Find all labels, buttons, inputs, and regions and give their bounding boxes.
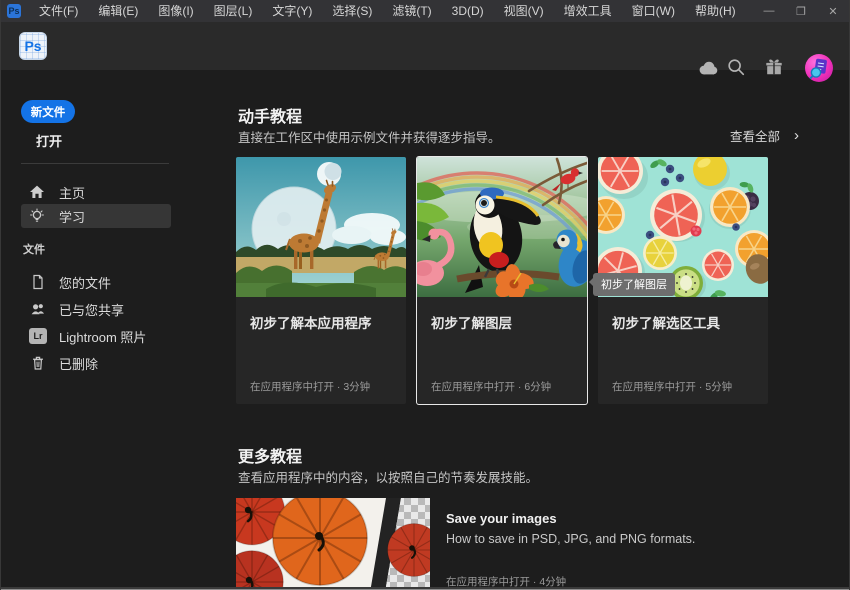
files-section-heading: 文件 bbox=[23, 241, 45, 257]
sidebar-item-lightroom-photos[interactable]: Lr Lightroom 照片 bbox=[21, 325, 201, 347]
new-file-button[interactable]: 新文件 bbox=[21, 100, 75, 123]
tooltip: 初步了解图层 bbox=[593, 273, 675, 296]
sidebar-divider bbox=[21, 163, 169, 164]
maximize-button[interactable]: ❐ bbox=[785, 0, 817, 22]
more-tutorials-title: 更多教程 bbox=[238, 443, 302, 467]
tutorial-item-title: Save your images bbox=[446, 511, 826, 526]
sidebar-item-label: Lightroom 照片 bbox=[59, 327, 146, 346]
tutorial-card-meta: 在应用程序中打开 · 6分钟 bbox=[431, 379, 551, 394]
view-all-link[interactable]: 查看全部 › bbox=[730, 126, 799, 145]
tutorial-card-get-to-know-layers[interactable]: 初步了解图层 在应用程序中打开 · 6分钟 bbox=[417, 157, 587, 404]
avatar-artwork bbox=[805, 54, 833, 82]
menu-filter[interactable]: 滤镜(T) bbox=[382, 0, 441, 22]
people-icon bbox=[29, 301, 47, 317]
sidebar-item-your-files[interactable]: 您的文件 bbox=[21, 271, 201, 293]
lightroom-badge: Lr bbox=[29, 328, 47, 344]
account-avatar[interactable] bbox=[805, 54, 833, 82]
more-tutorials-subtitle: 查看应用程序中的内容，以按照自己的节奏发展技能。 bbox=[238, 467, 538, 486]
document-icon bbox=[29, 274, 47, 290]
minimize-button[interactable]: — bbox=[753, 0, 785, 22]
tutorial-card-meta: 在应用程序中打开 · 5分钟 bbox=[612, 379, 732, 394]
close-button[interactable]: ✕ bbox=[817, 0, 849, 22]
tutorial-item-subtitle: How to save in PSD, JPG, and PNG formats… bbox=[446, 532, 826, 546]
sidebar-item-shared[interactable]: 已与您共享 bbox=[21, 298, 201, 320]
home-sidebar: 新文件 打开 主页 学习 文件 bbox=[1, 70, 213, 590]
menu-help[interactable]: 帮助(H) bbox=[685, 0, 746, 22]
gift-icon[interactable] bbox=[763, 57, 785, 77]
tutorial-thumbnail-umbrellas bbox=[236, 498, 430, 590]
tutorial-thumbnail-birds bbox=[417, 157, 587, 297]
chevron-right-icon: › bbox=[794, 127, 799, 144]
ps-app-icon: Ps bbox=[7, 4, 21, 18]
search-icon[interactable] bbox=[725, 57, 747, 77]
menu-layer[interactable]: 图层(L) bbox=[204, 0, 263, 22]
sidebar-item-label: 已与您共享 bbox=[59, 300, 124, 319]
lightbulb-icon bbox=[29, 208, 45, 224]
tutorial-card-title: 初步了解选区工具 bbox=[612, 312, 720, 332]
app-toolbar: Ps bbox=[1, 22, 849, 70]
menu-type[interactable]: 文字(Y) bbox=[262, 0, 322, 22]
sidebar-item-learn[interactable]: 学习 bbox=[21, 204, 171, 228]
menu-edit[interactable]: 编辑(E) bbox=[88, 0, 148, 22]
menu-select[interactable]: 选择(S) bbox=[322, 0, 382, 22]
raspberry-shape bbox=[691, 226, 702, 237]
tutorial-list-item-save-your-images[interactable]: Save your images How to save in PSD, JPG… bbox=[236, 498, 826, 590]
sidebar-item-label: 学习 bbox=[59, 207, 85, 226]
menu-plugins[interactable]: 增效工具 bbox=[554, 0, 622, 22]
tutorial-item-text: Save your images How to save in PSD, JPG… bbox=[446, 498, 826, 590]
sidebar-item-home[interactable]: 主页 bbox=[21, 180, 171, 204]
sidebar-item-label: 已删除 bbox=[59, 354, 98, 373]
tutorial-card-meta: 在应用程序中打开 · 3分钟 bbox=[250, 379, 370, 394]
sidebar-item-label: 主页 bbox=[59, 183, 85, 202]
open-button[interactable]: 打开 bbox=[36, 131, 62, 150]
photoshop-window: Ps 文件(F) 编辑(E) 图像(I) 图层(L) 文字(Y) 选择(S) 滤… bbox=[0, 0, 850, 590]
menu-view[interactable]: 视图(V) bbox=[494, 0, 554, 22]
menu-image[interactable]: 图像(I) bbox=[148, 0, 203, 22]
menu-bar: Ps 文件(F) 编辑(E) 图像(I) 图层(L) 文字(Y) 选择(S) 滤… bbox=[1, 0, 849, 22]
home-main-content: 动手教程 直接在工作区中使用示例文件并获得逐步指导。 查看全部 › bbox=[213, 70, 849, 590]
tutorial-card-get-to-know-app[interactable]: 初步了解本应用程序 在应用程序中打开 · 3分钟 bbox=[236, 157, 406, 404]
sidebar-item-label: 您的文件 bbox=[59, 273, 111, 292]
menu-3d[interactable]: 3D(D) bbox=[442, 0, 494, 22]
cloud-icon[interactable] bbox=[697, 58, 719, 78]
sidebar-item-deleted[interactable]: 已删除 bbox=[21, 352, 201, 374]
ps-home-logo[interactable]: Ps bbox=[19, 32, 47, 60]
home-icon bbox=[29, 184, 45, 200]
tutorial-card-title: 初步了解图层 bbox=[431, 312, 512, 332]
menu-file[interactable]: 文件(F) bbox=[29, 0, 88, 22]
hands-on-title: 动手教程 bbox=[238, 103, 302, 127]
hands-on-subtitle: 直接在工作区中使用示例文件并获得逐步指导。 bbox=[238, 127, 501, 146]
tutorial-thumbnail-giraffe bbox=[236, 157, 406, 297]
menu-window[interactable]: 窗口(W) bbox=[622, 0, 685, 22]
view-all-label: 查看全部 bbox=[730, 126, 780, 145]
trash-icon bbox=[29, 355, 47, 371]
tutorial-card-title: 初步了解本应用程序 bbox=[250, 312, 372, 332]
